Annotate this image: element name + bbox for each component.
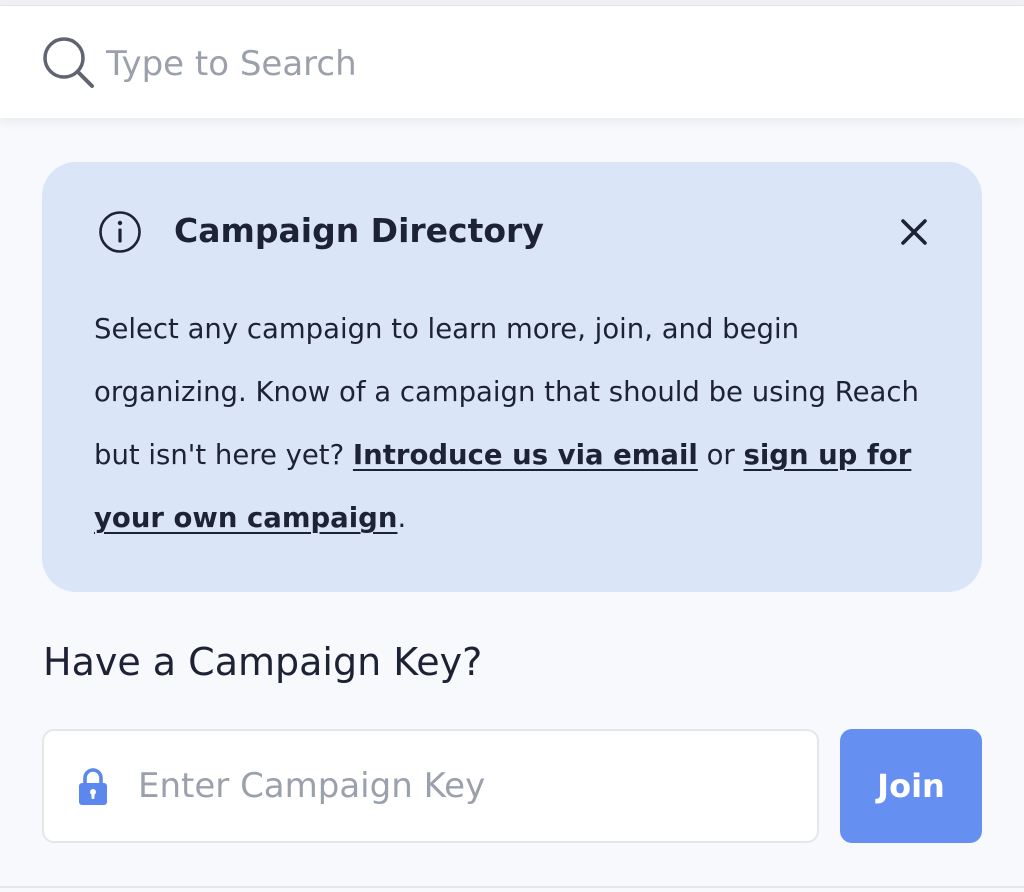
info-icon bbox=[98, 210, 142, 254]
campaign-key-heading: Have a Campaign Key? bbox=[43, 640, 483, 684]
search-icon[interactable] bbox=[40, 34, 98, 92]
campaign-directory-card: Campaign Directory Select any campaign t… bbox=[42, 162, 982, 592]
lock-icon bbox=[76, 767, 110, 807]
description-connector: or bbox=[697, 439, 744, 471]
search-input[interactable] bbox=[106, 36, 986, 92]
card-description: Select any campaign to learn more, join,… bbox=[94, 298, 924, 550]
description-end: . bbox=[397, 502, 407, 534]
search-bar bbox=[0, 6, 1024, 118]
close-icon[interactable] bbox=[896, 214, 932, 250]
card-title: Campaign Directory bbox=[174, 211, 544, 250]
bottom-divider bbox=[0, 886, 1024, 888]
join-button[interactable]: Join bbox=[840, 729, 982, 843]
campaign-key-input[interactable] bbox=[138, 757, 788, 815]
introduce-via-email-link[interactable]: Introduce us via email bbox=[353, 439, 698, 471]
campaign-key-field[interactable] bbox=[42, 729, 819, 843]
